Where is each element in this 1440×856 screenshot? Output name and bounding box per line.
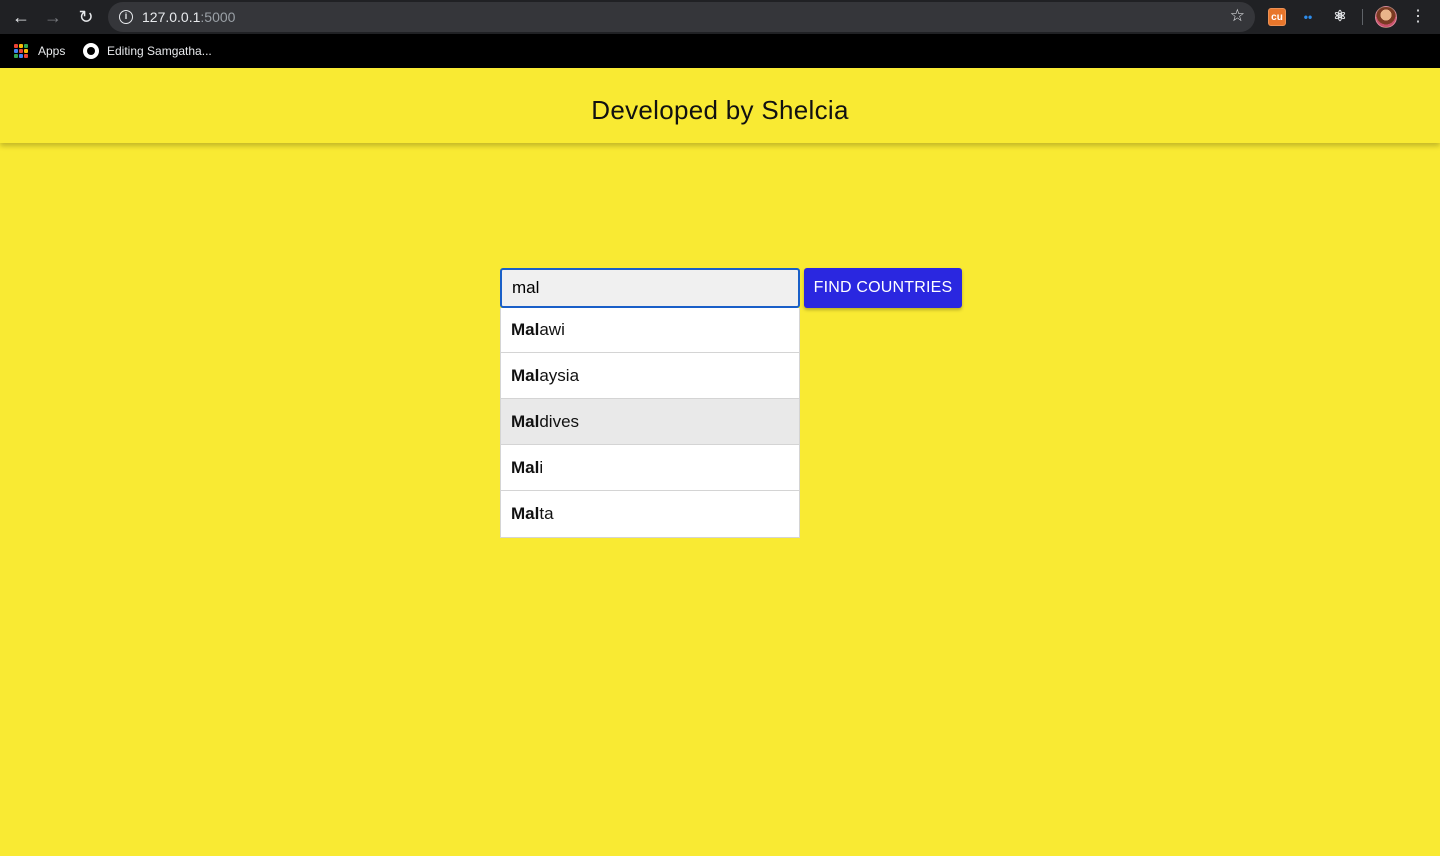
- info-icon[interactable]: i: [119, 10, 133, 24]
- bookmarks-bar: Apps Editing Samgatha...: [0, 34, 1440, 68]
- suggestion-item[interactable]: Malta: [501, 491, 799, 537]
- github-icon: [83, 43, 99, 59]
- url-text[interactable]: 127.0.0.1:5000: [142, 9, 235, 25]
- bookmark-label: Editing Samgatha...: [107, 44, 212, 58]
- address-bar[interactable]: i 127.0.0.1:5000 ☆: [108, 2, 1255, 32]
- back-arrow-icon[interactable]: ←: [9, 5, 33, 29]
- suggestion-item-active[interactable]: Maldives: [501, 399, 799, 445]
- extension-code-icon[interactable]: ••: [1299, 8, 1317, 26]
- page-title: Developed by Shelcia: [591, 95, 849, 125]
- forward-arrow-icon[interactable]: →: [41, 5, 65, 29]
- reload-icon[interactable]: ↻: [74, 5, 98, 29]
- autocomplete-list: Malawi Malaysia Maldives Mali Malta: [500, 308, 800, 538]
- country-search-input[interactable]: [500, 268, 800, 308]
- kebab-menu-icon[interactable]: ⋮: [1410, 6, 1426, 28]
- suggestion-item[interactable]: Malaysia: [501, 353, 799, 399]
- avatar[interactable]: [1375, 6, 1397, 28]
- page-header: Developed by Shelcia: [0, 68, 1440, 143]
- bookmark-label: Apps: [38, 44, 66, 58]
- star-icon[interactable]: ☆: [1230, 6, 1245, 26]
- apps-grid-icon: [14, 44, 28, 58]
- suggestion-item[interactable]: Malawi: [501, 308, 799, 353]
- extension-cu-icon[interactable]: cu: [1268, 8, 1286, 26]
- browser-toolbar: ← → ↻ i 127.0.0.1:5000 ☆ cu •• ⚛ ⋮: [0, 0, 1440, 34]
- toolbar-divider: [1362, 9, 1363, 25]
- react-icon[interactable]: ⚛: [1331, 8, 1349, 26]
- bookmark-apps[interactable]: Apps: [14, 43, 65, 59]
- find-countries-button[interactable]: FIND COUNTRIES: [804, 268, 962, 308]
- bookmark-github[interactable]: Editing Samgatha...: [83, 43, 212, 59]
- suggestion-item[interactable]: Mali: [501, 445, 799, 491]
